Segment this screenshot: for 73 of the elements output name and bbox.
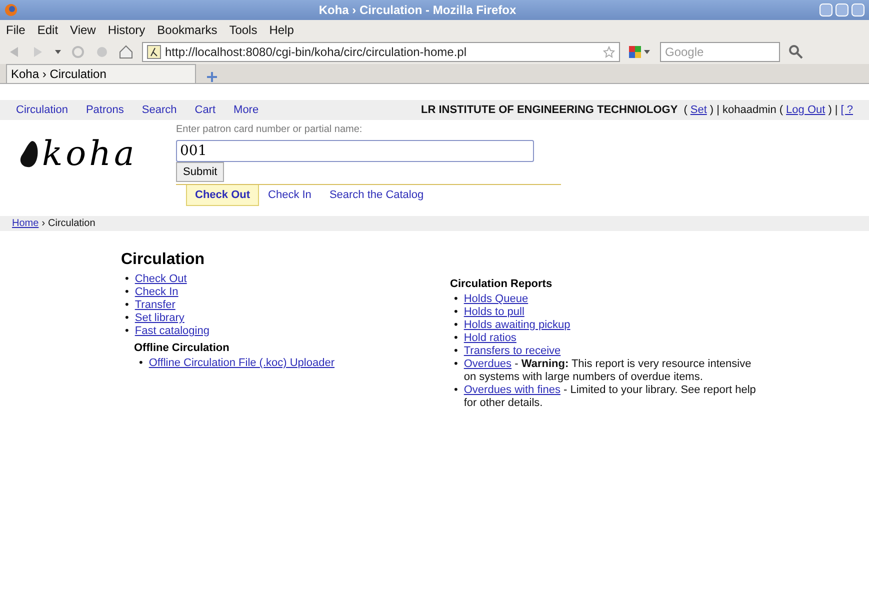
menu-item[interactable]: Tools	[229, 22, 258, 36]
breadcrumb-link[interactable]: Home	[12, 218, 39, 229]
form-tab[interactable]: Search the Catalog	[320, 185, 433, 206]
report-link[interactable]: Overdues	[464, 358, 512, 370]
patron-field[interactable]: 001	[176, 140, 534, 162]
star-icon[interactable]	[603, 46, 615, 58]
nav-link[interactable]: Cart	[194, 104, 216, 116]
bullet: •	[454, 358, 458, 372]
report-link[interactable]: Holds to pull	[464, 306, 524, 319]
nav-link[interactable]: Search	[142, 104, 177, 116]
home-icon[interactable]	[118, 44, 134, 60]
breadcrumb-separator: ›	[42, 218, 46, 229]
url-text: http://localhost:8080/cgi-bin/koha/circ/circulation-home.pl	[165, 44, 468, 58]
menu-item[interactable]: Bookmarks	[157, 22, 218, 36]
site-icon	[147, 44, 161, 58]
report-link[interactable]: Hold ratios	[464, 332, 516, 345]
bullet: •	[454, 319, 458, 332]
window-title: Koha › Circulation - Mozilla Firefox	[318, 3, 518, 17]
search-engine-icon[interactable]	[628, 44, 652, 60]
header-link[interactable]: Set	[690, 104, 707, 116]
bullet: •	[454, 345, 458, 358]
nav-link[interactable]: Patrons	[86, 104, 124, 116]
library-name: LR INSTITUTE OF ENGINEERING TECHNIOLOGY	[421, 104, 678, 116]
search-icon[interactable]	[788, 44, 804, 60]
header-text: (	[684, 104, 688, 116]
report-link[interactable]: Holds Queue	[464, 293, 528, 306]
task-link[interactable]: Fast cataloging	[134, 325, 210, 338]
header-text: ) | kohaadmin (	[710, 104, 784, 116]
field-label: Enter patron card number or partial name:	[176, 124, 362, 135]
task-link[interactable]: Check Out	[134, 273, 187, 286]
reload-icon[interactable]	[70, 44, 86, 60]
logo-mark-icon	[18, 139, 40, 169]
menu-item[interactable]: Edit	[37, 22, 58, 36]
bullet: •	[125, 299, 129, 312]
menu-item[interactable]: View	[70, 22, 96, 36]
header-text: ) |	[828, 104, 838, 116]
browser-tab[interactable]: Koha › Circulation	[6, 64, 196, 83]
browser-logo-icon	[4, 3, 18, 17]
menu-item[interactable]: Help	[269, 22, 294, 36]
bullet: •	[454, 306, 458, 319]
menu-item[interactable]: History	[108, 22, 146, 36]
bullet: •	[125, 325, 129, 338]
report-link[interactable]: Holds awaiting pickup	[464, 319, 570, 332]
task-link[interactable]: Set library	[134, 312, 184, 325]
address-field[interactable]: http://localhost:8080/cgi-bin/koha/circ/circulation-home.pl	[142, 42, 620, 62]
bullet: •	[454, 384, 458, 398]
header-link[interactable]: [ ?	[840, 104, 853, 116]
bullet: •	[125, 312, 129, 325]
bullet: •	[125, 286, 129, 299]
form-tab[interactable]: Check Out	[186, 185, 260, 206]
submit-button[interactable]: Submit	[176, 162, 224, 182]
section-heading: Offline Circulation	[134, 342, 230, 354]
bullet: •	[454, 332, 458, 345]
menu-item[interactable]: File	[6, 22, 26, 36]
task-link[interactable]: Check In	[134, 286, 178, 299]
report-link[interactable]: Transfers to receive	[464, 345, 561, 358]
report-description: Overdues with fines - Limited to your library. See report help for other details.	[464, 384, 757, 410]
form-tab[interactable]: Check In	[259, 185, 320, 206]
report-description: Overdues - Warning: This report is very resource intensive on systems with large numbers of overdue items.	[464, 358, 752, 384]
header-link[interactable]: Log Out	[786, 104, 826, 116]
bullet: •	[139, 357, 143, 370]
uploader-link[interactable]: Offline Circulation File (.koc) Uploader	[148, 357, 335, 370]
bullet: •	[125, 273, 129, 286]
logo-text: koha	[42, 134, 138, 174]
breadcrumb-current: Circulation	[48, 218, 96, 229]
report-link[interactable]: Overdues with fines	[464, 384, 560, 396]
task-link[interactable]: Transfer	[134, 299, 176, 312]
nav-link[interactable]: Circulation	[16, 104, 68, 116]
new-tab-icon[interactable]	[206, 71, 218, 83]
section-heading: Circulation Reports	[450, 278, 554, 290]
page-heading: Circulation	[121, 251, 206, 269]
bullet: •	[454, 293, 458, 306]
nav-link[interactable]: More	[234, 104, 259, 116]
